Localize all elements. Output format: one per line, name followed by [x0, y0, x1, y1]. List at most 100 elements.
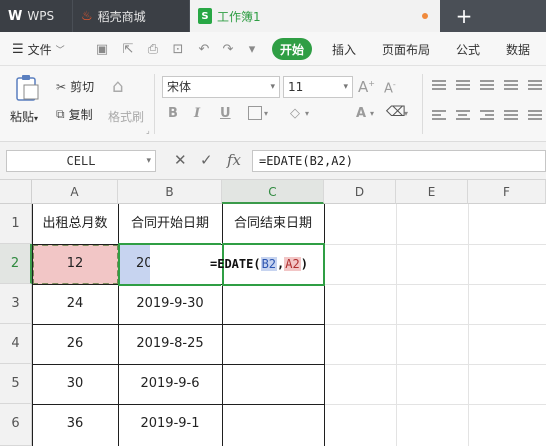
row-header-1[interactable]: 1 [0, 204, 32, 244]
row-header-4[interactable]: 4 [0, 324, 32, 364]
fill-color-icon[interactable]: ◇ [290, 106, 300, 121]
eraser-dropdown-icon[interactable]: ▾ [404, 109, 408, 118]
font-name-dropdown-icon: ▾ [270, 82, 275, 92]
worksheet: A B C D E F 1 2 3 4 5 6 出租总月数 合同开始日期 合同结… [0, 180, 546, 446]
column-header-e[interactable]: E [396, 180, 468, 204]
tab-formulas[interactable]: 公式 [456, 32, 480, 66]
tab-store[interactable]: ♨ 稻壳商城 [73, 0, 189, 32]
formula-bar: CELL ▾ ✕ ✓ fx =EDATE(B2,A2) [0, 142, 546, 180]
font-size-dropdown-icon: ▾ [343, 82, 348, 92]
align-center-icon[interactable] [456, 110, 470, 122]
underline-button[interactable]: U [220, 106, 231, 121]
align-top-icon[interactable] [432, 80, 446, 92]
name-box[interactable]: CELL ▾ [6, 150, 156, 172]
column-header-a[interactable]: A [32, 180, 118, 204]
cancel-icon[interactable]: ✕ [174, 151, 187, 169]
cell-b4[interactable]: 2019-8-25 [118, 324, 222, 364]
undo-icon[interactable]: ↶ [196, 41, 212, 57]
spreadsheet-window: W WPS ♨ 稻壳商城 S 工作簿1 + ☰ 文件 ﹀ ▣ ⇱ ⎙ ⊡ ↶ ↷… [0, 0, 546, 446]
font-size-select[interactable]: 11 ▾ [283, 76, 353, 98]
table-border [32, 204, 33, 446]
insert-function-button[interactable]: fx [227, 151, 241, 169]
column-header-c[interactable]: C [222, 180, 324, 204]
row-header-6[interactable]: 6 [0, 404, 32, 446]
tab-page-layout[interactable]: 页面布局 [382, 32, 430, 66]
tab-wps-label: WPS [27, 9, 55, 23]
copy-button[interactable]: ⧉ 复制 [56, 106, 93, 123]
cut-button[interactable]: ✂ 剪切 [56, 78, 94, 95]
tab-insert[interactable]: 插入 [332, 32, 356, 66]
borders-dropdown-icon[interactable]: ▾ [264, 109, 268, 118]
paste-button[interactable]: 粘贴▾ [10, 108, 38, 125]
editor-prefix: =EDATE( [210, 257, 261, 271]
file-menu[interactable]: ☰ 文件 ﹀ [12, 32, 65, 66]
cell-editor[interactable]: =EDATE(B2,A2) [210, 244, 308, 284]
align-right-icon[interactable] [480, 110, 494, 122]
fill-dropdown-icon[interactable]: ▾ [305, 109, 309, 118]
eraser-icon[interactable]: ⌫ [386, 104, 406, 120]
cell-b1[interactable]: 合同开始日期 [118, 204, 222, 244]
grow-font-button[interactable]: A+ [358, 78, 375, 96]
cell-c1[interactable]: 合同结束日期 [222, 204, 324, 244]
align-bottom-icon[interactable] [480, 80, 494, 92]
cell-a4[interactable]: 26 [32, 324, 118, 364]
align-left-icon[interactable] [432, 110, 446, 122]
quick-access-more-icon[interactable]: ▾ [244, 41, 260, 57]
font-color-button[interactable]: A [356, 106, 366, 121]
cell-b5[interactable]: 2019-9-6 [118, 364, 222, 404]
cell-a3[interactable]: 24 [32, 284, 118, 324]
tab-data[interactable]: 数据 [506, 32, 530, 66]
font-name-select[interactable]: 宋体 ▾ [162, 76, 280, 98]
tab-home[interactable]: 开始 [272, 38, 313, 60]
tab-wps[interactable]: W WPS [0, 0, 72, 32]
table-border [32, 364, 325, 365]
font-color-dropdown-icon[interactable]: ▾ [370, 109, 374, 118]
confirm-icon[interactable]: ✓ [200, 151, 213, 169]
borders-icon[interactable] [248, 106, 262, 120]
preview-icon[interactable]: ⊡ [170, 41, 186, 57]
column-header-d[interactable]: D [324, 180, 396, 204]
flame-icon: ♨ [81, 8, 93, 24]
paste-icon[interactable] [12, 74, 42, 102]
export-icon[interactable]: ⇱ [120, 41, 136, 57]
align-middle-icon[interactable] [456, 80, 470, 92]
cell-a1[interactable]: 出租总月数 [32, 204, 118, 244]
save-icon[interactable]: ▣ [94, 41, 110, 57]
font-name-value: 宋体 [167, 80, 192, 94]
row-header-2[interactable]: 2 [0, 244, 32, 284]
column-header-f[interactable]: F [468, 180, 546, 204]
wrap-icon[interactable] [504, 80, 518, 92]
menu-bar: ☰ 文件 ﹀ ▣ ⇱ ⎙ ⊡ ↶ ↷ ▾ 开始 插入 页面布局 公式 数据 [0, 32, 546, 66]
justify-icon[interactable] [504, 110, 518, 122]
row-header-3[interactable]: 3 [0, 284, 32, 324]
file-menu-label: 文件 [27, 42, 52, 57]
column-header-b[interactable]: B [118, 180, 222, 204]
merge-icon[interactable] [528, 80, 542, 92]
paste-dropdown-icon: ▾ [34, 114, 39, 123]
clipboard-expand-icon[interactable]: ⌟ [146, 126, 150, 135]
cell-b6[interactable]: 2019-9-1 [118, 404, 222, 444]
font-size-value: 11 [288, 80, 304, 94]
distribute-icon[interactable] [528, 110, 542, 122]
redo-icon[interactable]: ↷ [220, 41, 236, 57]
editor-ref-a2: A2 [284, 257, 301, 271]
formula-input[interactable]: =EDATE(B2,A2) [252, 150, 546, 172]
ref-border-b2 [118, 243, 221, 286]
row-header-5[interactable]: 5 [0, 364, 32, 404]
cell-b3[interactable]: 2019-9-30 [118, 284, 222, 324]
shrink-font-button[interactable]: A- [384, 80, 396, 96]
cell-a6[interactable]: 36 [32, 404, 118, 444]
bold-button[interactable]: B [168, 106, 178, 121]
new-tab-button[interactable]: + [452, 4, 476, 28]
grow-font-icon: A [358, 78, 369, 96]
ribbon-home: 粘贴▾ ✂ 剪切 ⧉ 复制 ⌂ 格式刷 ⌟ 宋体 ▾ 11 ▾ A+ A- B … [0, 66, 546, 142]
italic-button[interactable]: I [194, 106, 200, 121]
print-icon[interactable]: ⎙ [145, 41, 161, 57]
format-painter-icon[interactable]: ⌂ [112, 76, 123, 97]
cell-a2[interactable]: 12 [32, 244, 118, 284]
cell-a5[interactable]: 30 [32, 364, 118, 404]
tab-workbook[interactable]: S 工作簿1 [190, 0, 440, 32]
select-all-corner[interactable] [0, 180, 32, 204]
unsaved-dot-icon [422, 13, 428, 19]
format-painter-button[interactable]: 格式刷 [108, 108, 144, 125]
